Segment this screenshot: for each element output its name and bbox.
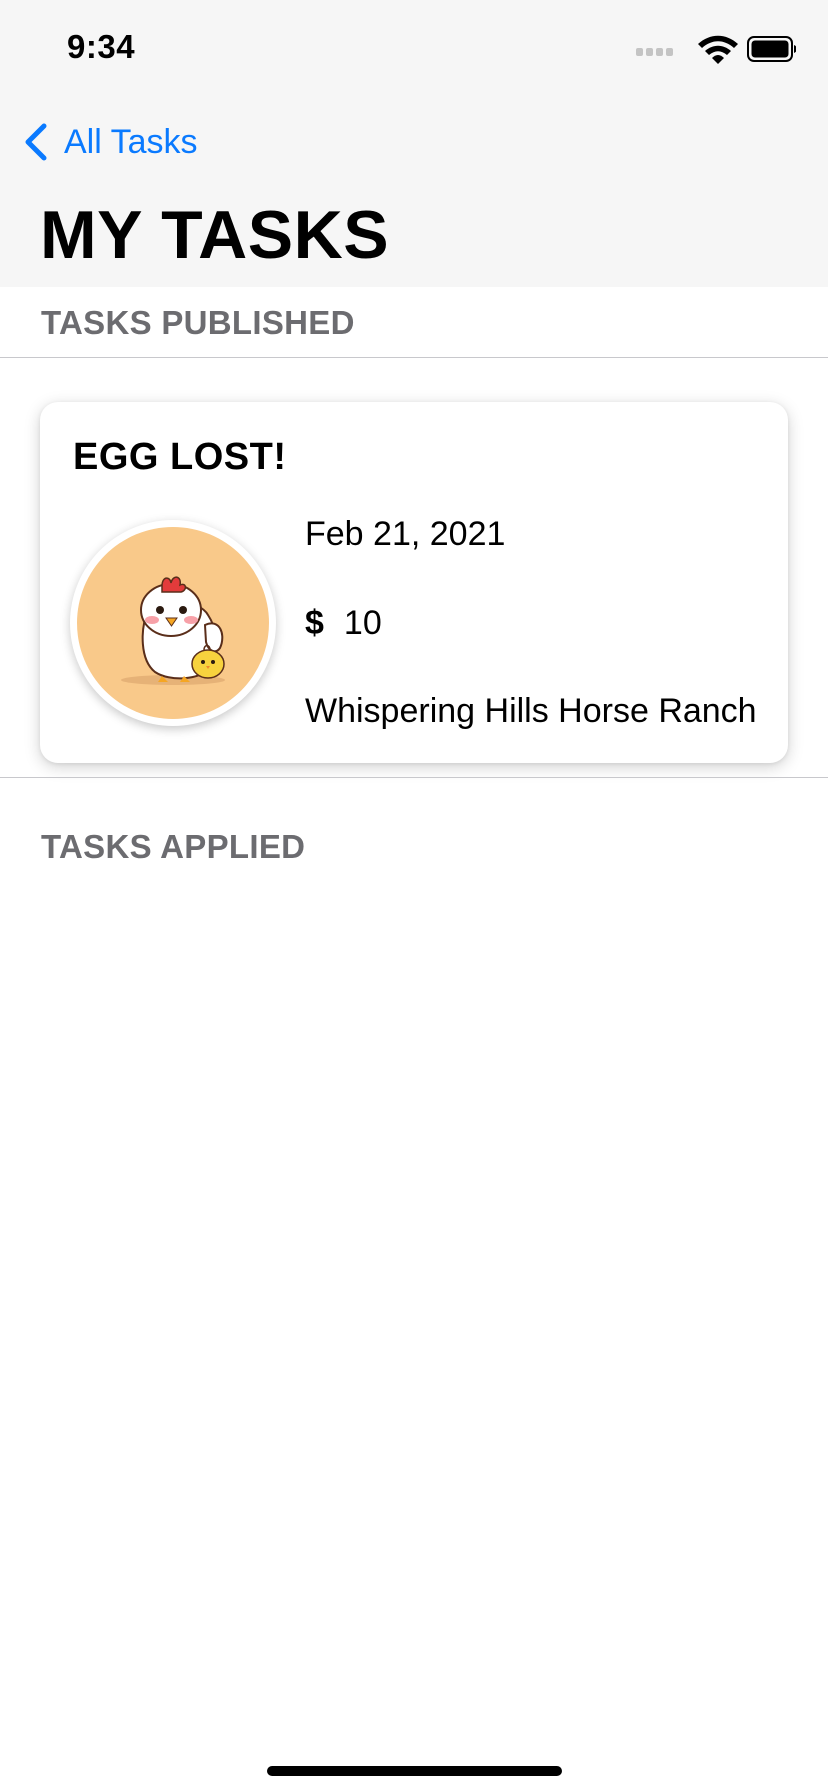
wifi-icon [698,35,738,64]
my-tasks-screen: 9:34 All Tasks MY TASKS TASKS PUBLISHED … [0,0,828,1792]
section-header-published: TASKS PUBLISHED [41,304,355,341]
back-button[interactable]: All Tasks [22,118,198,166]
home-indicator[interactable] [267,1766,562,1776]
task-card[interactable]: EGG LOST! Feb 21, 2021 $ 10 Whispering H… [40,402,788,763]
chicken-avatar-icon [77,527,269,719]
task-price: $ 10 [305,604,382,643]
back-button-label: All Tasks [64,122,198,161]
status-time: 9:34 [67,28,136,65]
divider [0,777,828,778]
task-image [70,520,276,726]
currency-symbol: $ [305,604,324,642]
task-date: Feb 21, 2021 [305,515,506,553]
battery-icon [747,36,797,62]
price-value: 10 [343,604,382,642]
divider [0,357,828,358]
task-location: Whispering Hills Horse Ranch [305,692,757,730]
status-icons [616,34,797,66]
chevron-left-icon [25,123,47,161]
task-title: EGG LOST! [73,436,287,478]
cellular-signal-icon [636,48,673,56]
section-header-applied: TASKS APPLIED [41,828,306,865]
page-title: MY TASKS [40,197,390,273]
